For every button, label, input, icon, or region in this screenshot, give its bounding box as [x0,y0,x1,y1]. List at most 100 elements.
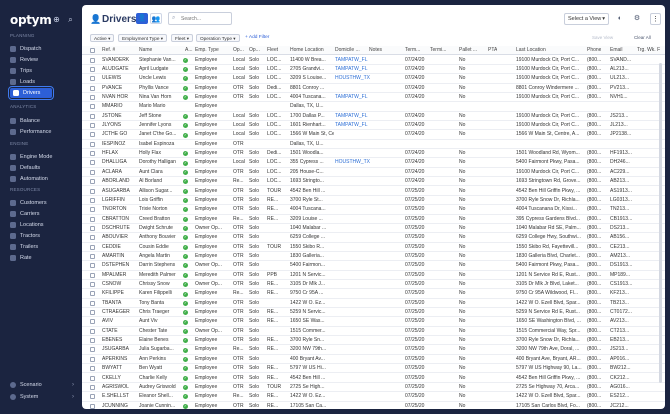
filter-chip-fleet[interactable]: Fleet ▾ [171,34,194,42]
table-row[interactable]: ✓ AGRISWOL Audrey Griswold Employee OTR Solo T… [82,383,665,393]
table-row[interactable]: ✓ ALUDGATE April Ludgate Employee Local Solo L… [82,65,665,75]
column-header[interactable]: Last Location [516,46,546,55]
table-row[interactable]: ✓ JLYONS Jennifer Lyons Employee Local Solo LO… [82,121,665,131]
more-options-button[interactable]: ⋮ [650,13,661,25]
domicile-link[interactable] [335,168,375,177]
row-checkbox[interactable] [90,282,95,287]
table-row[interactable]: ✓ MPALMER Meredith Palmer Employee OTR Solo PP… [82,271,665,280]
table-row[interactable]: ✓ CKELLY Charlie Kelly Employee OTR Solo RE...… [82,374,665,383]
filter-chip-operation-type[interactable]: Operation Type ▾ [196,34,240,42]
row-checkbox[interactable] [90,244,95,250]
domicile-link[interactable] [335,355,375,364]
row-checkbox[interactable] [90,141,95,147]
domicile-link[interactable] [335,149,375,158]
domicile-link[interactable] [335,205,375,214]
domicile-link[interactable] [335,224,375,233]
column-header[interactable]: PTA [488,46,497,55]
search-input[interactable] [168,12,232,25]
domicile-link[interactable] [335,317,375,326]
row-checkbox[interactable] [90,207,95,213]
table-row[interactable]: ✓ JCUNNING Joanie Cunnin... Employee OTR Solo… [82,402,665,409]
domicile-link[interactable] [335,402,375,409]
table-row[interactable]: ✓ APERKINS Ann Perkins Employee OTR Solo 400 B… [82,355,665,365]
domicile-link[interactable] [335,383,375,392]
sidebar-item-defaults[interactable]: Defaults [10,163,74,173]
table-row[interactable]: ✓ AMARTIN Angela Martin Employee OTR Solo 1830… [82,252,665,262]
domicile-link[interactable] [335,308,375,317]
domicile-link[interactable] [335,327,375,336]
column-header[interactable]: A... [185,46,193,55]
sidebar-item-automation[interactable]: Automation [10,174,74,184]
sidebar-item-balance[interactable]: Balance [10,116,74,126]
domicile-link[interactable]: HOUSTHW_TX [335,74,375,83]
domicile-link[interactable] [335,392,375,401]
row-checkbox[interactable] [90,375,95,381]
column-header[interactable]: Email [610,46,623,55]
table-row[interactable]: ✓ DSTEPHEN Darrin Stephens Owner Op... OTR So… [82,261,665,271]
row-checkbox[interactable] [90,225,95,231]
row-checkbox[interactable] [90,95,95,100]
table-row[interactable]: ✓ ASUGARBA Allison Sugar... Employee OTR Solo… [82,187,665,196]
column-header[interactable]: Ref. # [102,46,115,55]
table-row[interactable]: ✓ AVIV Aunt Viv Employee OTR Solo RE... 1650 SE… [82,317,665,327]
table-row[interactable]: ✓ TBANTA Tony Banta Employee OTR Solo 1422 W O… [82,299,665,309]
column-header[interactable]: Notes [369,46,382,55]
sidebar-item-review[interactable]: Review [10,55,74,65]
group-view-toggle[interactable]: 👥 [150,13,162,24]
table-row[interactable]: ✓ ABOUVIER Anthony Bouvier Employee OTR Solo 6… [82,233,665,243]
domicile-link[interactable] [335,84,375,93]
table-scrollbar[interactable] [659,63,662,383]
table-row[interactable]: ✓ NVAN HOR Nina Van Horn Employee OTR Solo LOC… [82,93,665,103]
row-checkbox[interactable] [90,394,95,400]
domicile-link[interactable] [335,130,375,139]
filter-chip-employment-type[interactable]: Employment Type ▾ [118,34,168,42]
sidebar-item-scenario[interactable]: Scenario › [10,380,78,390]
table-row[interactable]: ✓ CBRATTON Creed Bratton Employee Re... Solo R… [82,215,665,224]
row-checkbox[interactable] [90,132,95,138]
sidebar-item-dispatch[interactable]: Dispatch [10,44,74,54]
domicile-link[interactable]: TAMPATW_FL [335,65,375,74]
row-checkbox[interactable] [90,356,95,362]
table-row[interactable]: ✓ ULEWIS Uncle Lewis Employee Local Solo LOC..… [82,74,665,84]
table-row[interactable]: ✓ PVANCE Phyllis Vance Employee OTR Solo Dedi.… [82,84,665,93]
row-checkbox[interactable] [90,216,95,222]
domicile-link[interactable] [335,177,375,186]
select-all-checkbox[interactable] [90,48,95,53]
column-header[interactable]: Trg. Wk. F [637,46,660,55]
row-checkbox[interactable] [90,347,95,353]
sidebar-item-drivers[interactable]: Drivers [7,85,55,101]
filter-chip-active[interactable]: Active ▾ [90,34,115,42]
sidebar-item-engine-mode[interactable]: Engine Mode [10,152,74,162]
column-header[interactable]: Op... [249,46,260,55]
domicile-link[interactable] [335,102,375,111]
row-checkbox[interactable] [90,66,95,72]
domicile-link[interactable] [335,261,375,270]
column-header[interactable]: Termi... [430,46,446,55]
column-header[interactable]: Name [139,46,152,55]
sidebar-item-customers[interactable]: Customers [10,198,74,208]
row-checkbox[interactable] [90,291,95,297]
sidebar-item-performance[interactable]: Performance [10,127,74,137]
single-view-toggle[interactable]: 👤 [136,13,148,24]
row-checkbox[interactable] [90,328,95,334]
table-row[interactable]: ✓ LGRIFFIN Lois Griffin Employee OTR Solo RE..… [82,196,665,206]
sidebar-item-tractors[interactable]: Tractors [10,231,74,241]
row-checkbox[interactable] [90,197,95,203]
row-checkbox[interactable] [90,253,95,259]
table-row[interactable]: ✓ SVANDERK Stephanie Van... Employee Local So… [82,56,665,65]
domicile-link[interactable] [335,233,375,242]
row-checkbox[interactable] [90,160,95,166]
sidebar-item-carriers[interactable]: Carriers [10,209,74,219]
row-checkbox[interactable] [90,235,95,241]
table-row[interactable]: ✓ DSCHRUTE Dwight Schrute Owner Op... OTR Sol… [82,224,665,234]
row-checkbox[interactable] [90,169,95,175]
domicile-link[interactable] [335,243,375,252]
table-row[interactable]: ✓ E.SHELLST Eleanor Shell... Employee Re... S… [82,392,665,402]
row-checkbox[interactable] [90,85,95,91]
domicile-link[interactable] [335,289,375,298]
domicile-link[interactable] [335,299,375,308]
table-row[interactable]: ✓ ABORLAND Al Borland Employee Re... Solo LOC.… [82,177,665,187]
row-checkbox[interactable] [90,151,95,157]
column-header[interactable]: Home Location [290,46,324,55]
table-row[interactable]: ✓ EBENES Elaine Benes Employee OTR Solo RE... 3… [82,336,665,346]
